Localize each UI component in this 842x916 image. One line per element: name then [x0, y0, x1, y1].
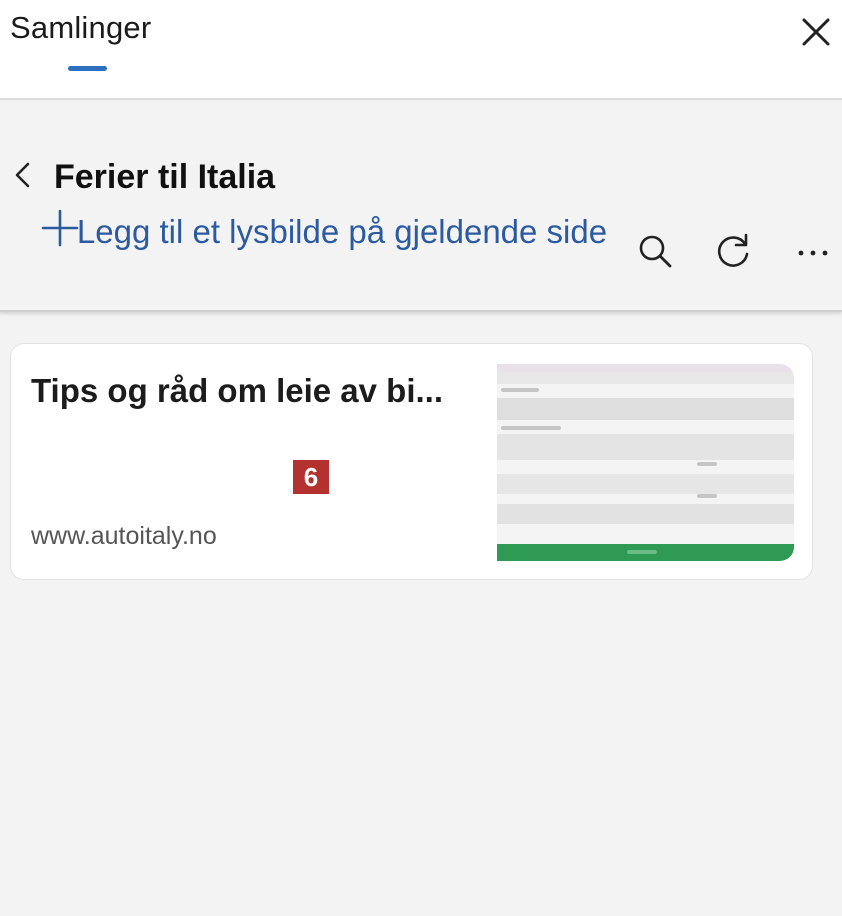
plus-icon: [41, 209, 79, 247]
add-current-page-label: Legg til et lysbilde på gjeldende side: [76, 213, 608, 250]
item-title: Tips og råd om leie av bi...: [31, 372, 444, 409]
title-underline: [68, 66, 107, 71]
refresh-icon: [717, 233, 749, 267]
more-options-button[interactable]: [792, 230, 834, 272]
back-button[interactable]: [10, 158, 36, 192]
close-button[interactable]: [796, 12, 836, 52]
refresh-button[interactable]: [712, 230, 754, 272]
panel-title: Samlinger: [10, 10, 152, 45]
item-thumbnail: [497, 364, 794, 561]
item-url: www.autoitaly.no: [31, 522, 217, 550]
search-button[interactable]: [634, 230, 676, 272]
item-number-badge: 6: [293, 460, 329, 494]
add-current-page-button[interactable]: Legg til et lysbilde på gjeldende side: [40, 204, 607, 304]
close-icon: [802, 18, 830, 46]
collection-title: Ferier til Italia: [54, 158, 276, 196]
collection-item-card[interactable]: Tips og råd om leie av bi... 6 www.autoi…: [10, 343, 813, 580]
search-icon: [639, 235, 672, 268]
chevron-left-icon: [15, 162, 30, 188]
top-bar: Samlinger: [0, 0, 842, 100]
more-icon: [798, 250, 828, 256]
collection-header: Ferier til Italia Legg til et lysbilde p…: [0, 102, 842, 312]
